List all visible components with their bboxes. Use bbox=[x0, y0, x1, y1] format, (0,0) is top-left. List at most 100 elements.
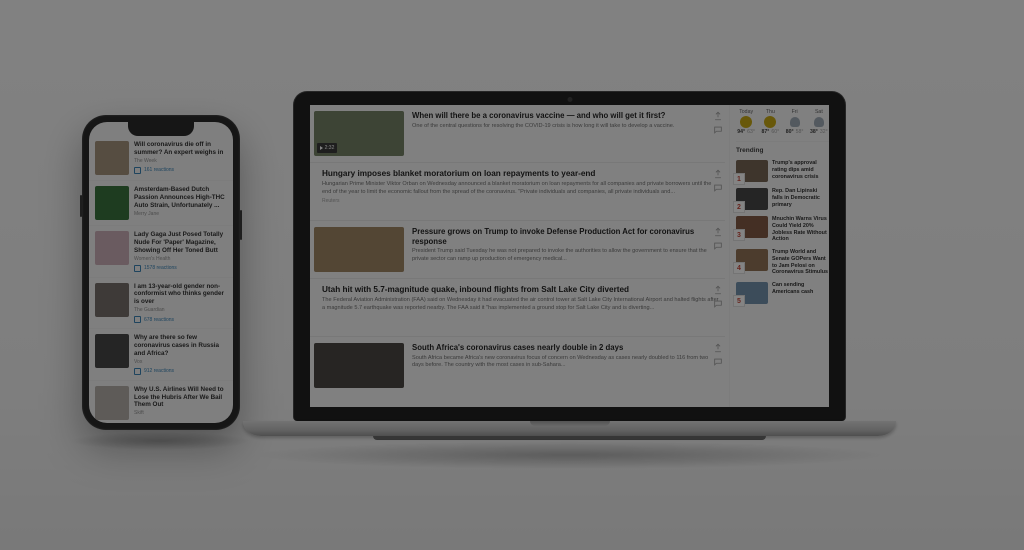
news-title: Why U.S. Airlines Will Need to Lose the … bbox=[134, 386, 227, 410]
article-title[interactable]: When will there be a coronavirus vaccine… bbox=[412, 111, 721, 121]
trending-thumb: 3 bbox=[736, 216, 768, 238]
weather-lo: 63° bbox=[747, 129, 755, 135]
reaction-count: 161 reactions bbox=[144, 167, 174, 173]
reaction-icon[interactable] bbox=[134, 167, 141, 174]
article-summary: The Federal Aviation Administration (FAA… bbox=[322, 297, 721, 312]
share-icon[interactable] bbox=[713, 285, 723, 295]
news-item[interactable]: Lady Gaga Just Posed Totally Nude For 'P… bbox=[89, 226, 233, 278]
article-row[interactable]: Pressure grows on Trump to invoke Defens… bbox=[310, 220, 725, 278]
article-title[interactable]: Utah hit with 5.7-magnitude quake, inbou… bbox=[322, 285, 721, 295]
reaction-count: 678 reactions bbox=[144, 317, 174, 323]
laptop-screen: 2:32 When will there be a coronavirus va… bbox=[310, 105, 829, 407]
weather-lo: 60° bbox=[771, 129, 779, 135]
weather-day-label: Today bbox=[736, 109, 756, 115]
trending-item[interactable]: 2 Rep. Dan Lipinski falls in Democratic … bbox=[736, 185, 829, 213]
news-item[interactable]: Amsterdam-Based Dutch Passion Announces … bbox=[89, 181, 233, 226]
article-thumb[interactable] bbox=[314, 227, 404, 272]
article-row[interactable]: Hungary imposes blanket moratorium on lo… bbox=[310, 162, 725, 220]
trending-thumb: 1 bbox=[736, 160, 768, 182]
cloud-icon bbox=[790, 117, 800, 127]
video-badge: 2:32 bbox=[317, 143, 337, 153]
article-thumb[interactable]: 2:32 bbox=[314, 111, 404, 156]
trending-item[interactable]: 1 Trump's approval rating dips amid coro… bbox=[736, 157, 829, 185]
reaction-icon[interactable] bbox=[134, 265, 141, 272]
phone-notch bbox=[128, 122, 194, 136]
news-item[interactable]: Why U.S. Airlines Will Need to Lose the … bbox=[89, 381, 233, 423]
news-title: Amsterdam-Based Dutch Passion Announces … bbox=[134, 186, 227, 210]
article-thumb[interactable] bbox=[314, 343, 404, 388]
trending-rank: 3 bbox=[734, 230, 744, 240]
weather-day-label: Fri bbox=[785, 109, 805, 115]
news-title: Will coronavirus die off in summer? An e… bbox=[134, 141, 227, 157]
trending-title: Can sending Americans cash bbox=[772, 282, 829, 296]
comment-icon[interactable] bbox=[713, 357, 723, 367]
article-row[interactable]: South Africa's coronavirus cases nearly … bbox=[310, 336, 725, 394]
news-item[interactable]: I am 13-year-old gender non-conformist w… bbox=[89, 278, 233, 330]
laptop-shadow bbox=[253, 441, 886, 469]
share-icon[interactable] bbox=[713, 227, 723, 237]
news-item[interactable]: Why are there so few coronavirus cases i… bbox=[89, 329, 233, 381]
weather-day[interactable]: Thu 87°60° bbox=[760, 109, 780, 135]
trending-item[interactable]: 3 Mnuchin Warns Virus Could Yield 20% Jo… bbox=[736, 213, 829, 246]
weather-day-label: Sat bbox=[809, 109, 829, 115]
weather-hi: 80° bbox=[786, 129, 794, 135]
comment-icon[interactable] bbox=[713, 299, 723, 309]
article-actions bbox=[713, 343, 723, 367]
article-title[interactable]: South Africa's coronavirus cases nearly … bbox=[412, 343, 721, 353]
trending-thumb: 5 bbox=[736, 282, 768, 304]
weather-day[interactable]: Today 94°63° bbox=[736, 109, 756, 135]
news-title: Lady Gaga Just Posed Totally Nude For 'P… bbox=[134, 231, 227, 255]
article-actions bbox=[713, 111, 723, 135]
comment-icon[interactable] bbox=[713, 125, 723, 135]
news-thumb bbox=[95, 186, 129, 220]
reaction-icon[interactable] bbox=[134, 316, 141, 323]
share-icon[interactable] bbox=[713, 169, 723, 179]
news-thumb bbox=[95, 231, 129, 265]
news-thumb bbox=[95, 334, 129, 368]
share-icon[interactable] bbox=[713, 343, 723, 353]
article-title[interactable]: Hungary imposes blanket moratorium on lo… bbox=[322, 169, 721, 179]
trending-title: Rep. Dan Lipinski falls in Democratic pr… bbox=[772, 188, 829, 208]
cloud-icon bbox=[814, 117, 824, 127]
trending-rank: 4 bbox=[734, 263, 744, 273]
news-item[interactable]: Will coronavirus die off in summer? An e… bbox=[89, 136, 233, 181]
news-title: I am 13-year-old gender non-conformist w… bbox=[134, 283, 227, 307]
article-title[interactable]: Pressure grows on Trump to invoke Defens… bbox=[412, 227, 721, 246]
news-source: Skift bbox=[134, 410, 227, 416]
article-actions bbox=[713, 227, 723, 251]
comment-icon[interactable] bbox=[713, 183, 723, 193]
news-thumb bbox=[95, 141, 129, 175]
article-row[interactable]: 2:32 When will there be a coronavirus va… bbox=[310, 105, 725, 162]
trending-item[interactable]: 4 Trump World and Senate GOPers Want to … bbox=[736, 246, 829, 279]
article-row[interactable]: Utah hit with 5.7-magnitude quake, inbou… bbox=[310, 278, 725, 336]
trending-rank: 5 bbox=[734, 296, 744, 306]
news-meta[interactable]: 912 reactions bbox=[134, 368, 227, 375]
article-actions bbox=[713, 285, 723, 309]
laptop-base bbox=[243, 421, 896, 436]
trending-thumb: 2 bbox=[736, 188, 768, 210]
weather-day[interactable]: Fri 80°58° bbox=[785, 109, 805, 135]
trending-item[interactable]: 5 Can sending Americans cash bbox=[736, 279, 829, 307]
news-thumb bbox=[95, 386, 129, 420]
weather-hi: 87° bbox=[762, 129, 770, 135]
news-meta[interactable]: 678 reactions bbox=[134, 316, 227, 323]
phone-device: Will coronavirus die off in summer? An e… bbox=[82, 115, 240, 430]
trending-title: Trump's approval rating dips amid corona… bbox=[772, 160, 829, 180]
comment-icon[interactable] bbox=[713, 241, 723, 251]
weather-lo: 58° bbox=[796, 129, 804, 135]
article-summary: One of the central questions for resolvi… bbox=[412, 123, 721, 131]
news-source: Merry Jane bbox=[134, 211, 227, 217]
article-list[interactable]: 2:32 When will there be a coronavirus va… bbox=[310, 105, 729, 407]
weather-widget[interactable]: Today 94°63° Thu 87°60° Fri bbox=[736, 105, 829, 142]
news-meta[interactable]: 1578 reactions bbox=[134, 265, 227, 272]
phone-news-list[interactable]: Will coronavirus die off in summer? An e… bbox=[89, 122, 233, 423]
weather-lo: 32° bbox=[820, 129, 828, 135]
weather-day[interactable]: Sat 38°32° bbox=[809, 109, 829, 135]
news-source: Women's Health bbox=[134, 256, 227, 262]
share-icon[interactable] bbox=[713, 111, 723, 121]
trending-title: Trump World and Senate GOPers Want to Ja… bbox=[772, 249, 829, 276]
trending-header: Trending bbox=[736, 147, 829, 154]
trending-title: Mnuchin Warns Virus Could Yield 20% Jobl… bbox=[772, 216, 829, 243]
news-meta[interactable]: 161 reactions bbox=[134, 167, 227, 174]
reaction-icon[interactable] bbox=[134, 368, 141, 375]
